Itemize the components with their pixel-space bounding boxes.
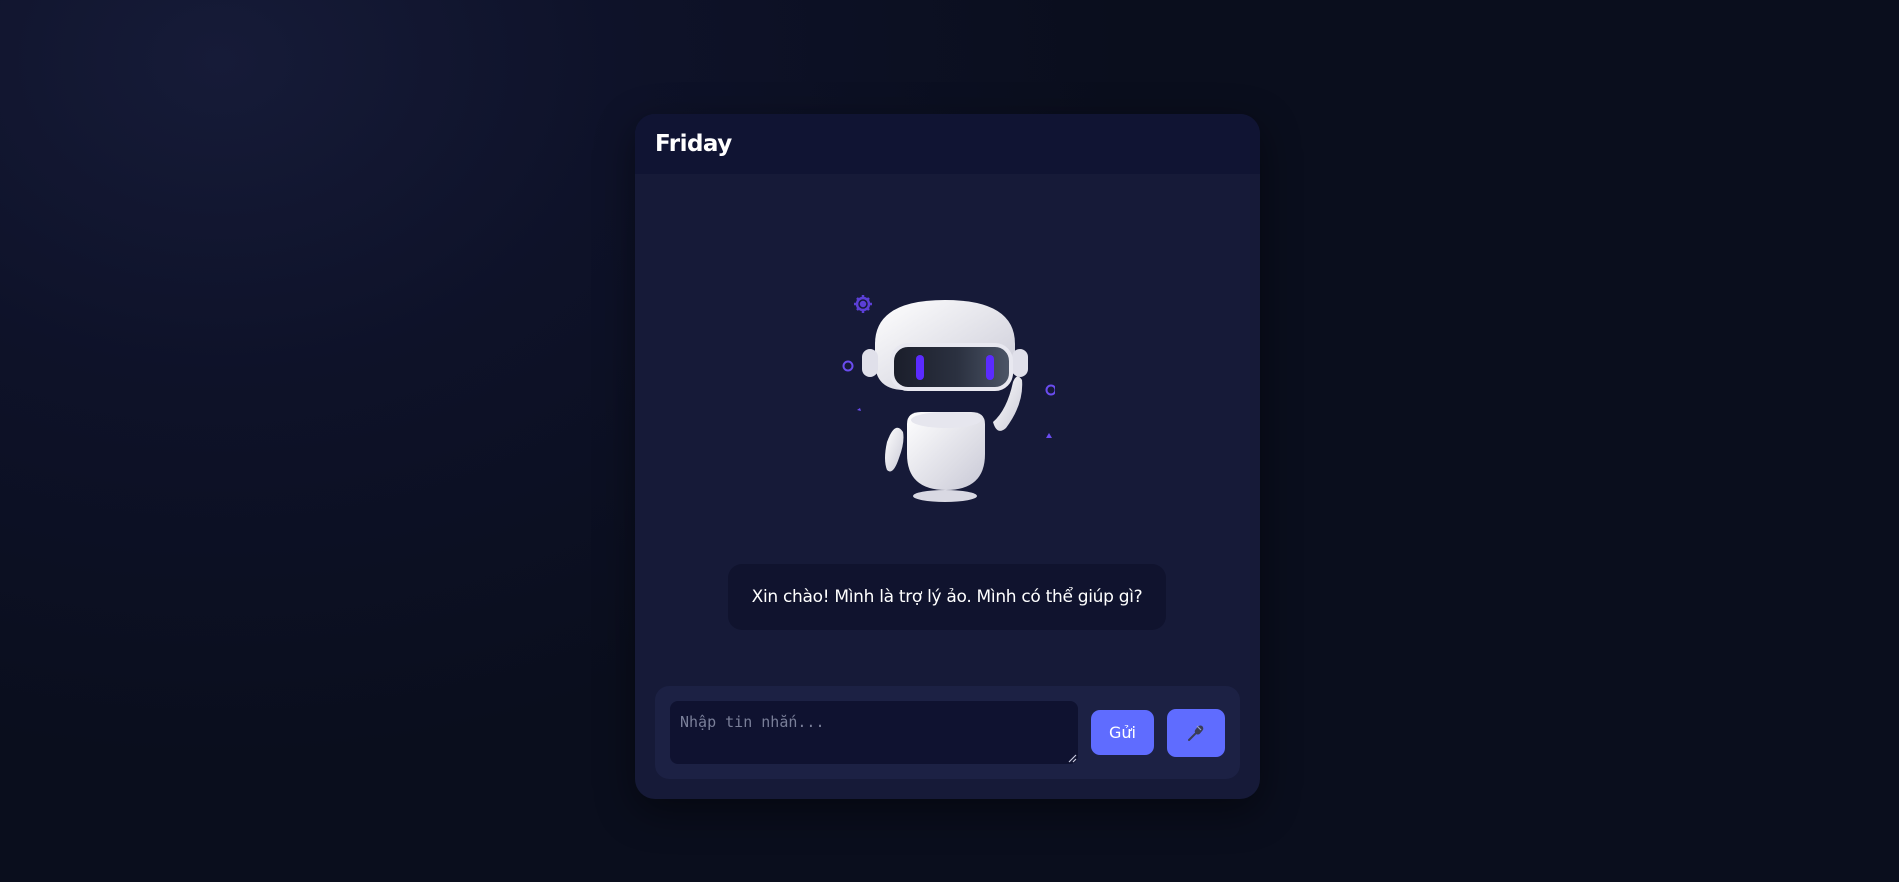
microphone-icon <box>1188 725 1204 741</box>
message-input[interactable] <box>670 701 1078 764</box>
robot-icon <box>842 295 1055 502</box>
resize-handle-icon[interactable] <box>1068 754 1077 763</box>
bot-message-bubble: Xin chào! Mình là trợ lý ảo. Mình có thể… <box>728 564 1166 630</box>
gear-icon <box>854 295 872 313</box>
bot-message-text: Xin chào! Mình là trợ lý ảo. Mình có thể… <box>751 587 1143 607</box>
send-button[interactable]: Gửi <box>1091 710 1154 755</box>
input-bar: Gửi <box>655 686 1240 779</box>
chat-title: Friday <box>655 131 732 157</box>
chat-header: Friday <box>635 114 1260 174</box>
mic-button[interactable] <box>1167 709 1225 757</box>
chat-body: Xin chào! Mình là trợ lý ảo. Mình có thể… <box>635 174 1260 680</box>
chat-window: Friday Xin chào! Mình là trợ lý ảo. Mình… <box>635 114 1260 799</box>
